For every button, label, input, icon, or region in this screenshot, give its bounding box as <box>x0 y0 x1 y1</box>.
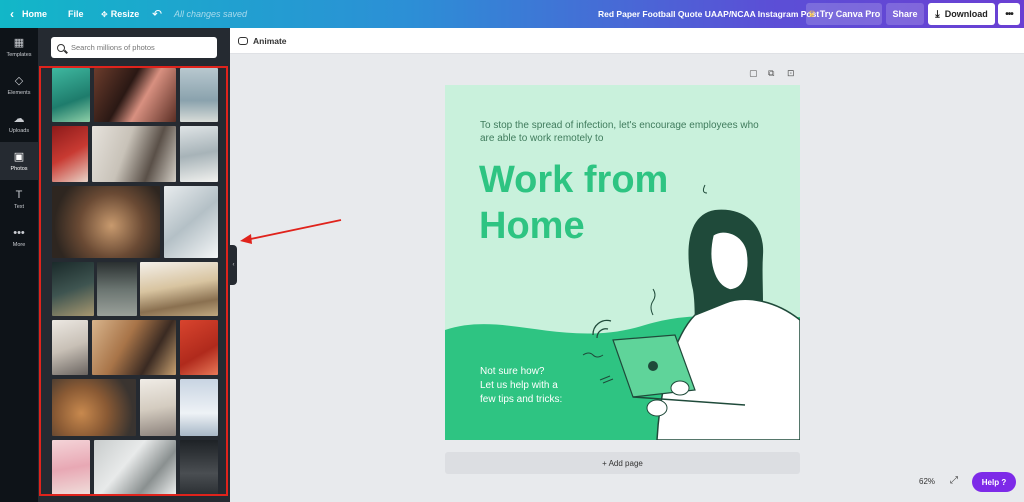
hair-strand <box>702 184 708 194</box>
vertical-scrollbar[interactable] <box>1016 54 1024 494</box>
photo-thumbnail[interactable] <box>52 126 88 182</box>
add-page-icon[interactable]: ⊡ <box>787 68 795 79</box>
photo-thumbnail[interactable] <box>92 320 176 375</box>
arrow-shaft <box>245 219 342 241</box>
notes-icon[interactable]: ▢ <box>749 68 758 79</box>
hand-shape <box>670 380 690 396</box>
photo-thumbnail[interactable] <box>94 68 176 122</box>
photo-thumbnail[interactable] <box>180 379 218 436</box>
download-button[interactable]: ⤓ Download <box>928 3 995 25</box>
photo-thumbnail[interactable] <box>52 186 160 258</box>
tips-line-2: Let us help with a <box>480 380 558 391</box>
rail-item-templates[interactable]: ▦ Templates <box>0 28 38 66</box>
more-icon: ••• <box>13 226 25 239</box>
headline-line-2: Home <box>479 205 585 247</box>
undo-icon[interactable]: ↶ <box>152 0 162 28</box>
photo-thumbnail[interactable] <box>97 262 137 316</box>
resize-icon: ✥ <box>101 9 108 19</box>
photo-thumbnail[interactable] <box>94 440 176 496</box>
duplicate-page-icon[interactable]: ⧉ <box>768 68 774 79</box>
laptop-logo <box>648 361 658 371</box>
save-status: All changes saved <box>174 9 248 19</box>
download-label: Download <box>944 9 988 19</box>
resize-button[interactable]: ✥ Resize <box>101 0 139 28</box>
crown-icon: ♛ <box>807 8 816 19</box>
resize-label: Resize <box>110 9 140 19</box>
home-button[interactable]: ‹ Home <box>10 0 47 28</box>
photo-thumbnail[interactable] <box>180 68 218 122</box>
photo-thumbnail[interactable] <box>164 186 218 258</box>
animate-button[interactable]: Animate <box>238 34 287 48</box>
design-canvas[interactable]: To stop the spread of infection, let's e… <box>445 85 800 440</box>
top-bar: ‹ Home File ✥ Resize ↶ All changes saved… <box>0 0 1024 28</box>
fullscreen-icon[interactable]: ⤢ <box>950 475 958 486</box>
horizontal-scrollbar[interactable] <box>230 494 1016 502</box>
collapse-panel-handle[interactable]: ‹ <box>230 245 237 285</box>
tips-text[interactable]: Not sure how? Let us help with a few tip… <box>480 365 590 407</box>
tips-line-1: Not sure how? <box>480 366 545 377</box>
rail-label: More <box>12 241 26 248</box>
rail-item-text[interactable]: T Text <box>0 180 38 218</box>
try-pro-label: Try Canva Pro <box>819 9 881 19</box>
photo-thumbnail[interactable] <box>140 379 176 436</box>
animate-label: Animate <box>253 36 287 46</box>
rail-item-elements[interactable]: ◇ Elements <box>0 66 38 104</box>
zoom-level[interactable]: 62% <box>919 477 935 486</box>
photo-thumbnail[interactable] <box>180 126 218 182</box>
photo-search-box[interactable] <box>51 37 217 58</box>
templates-icon: ▦ <box>13 37 25 49</box>
editor-toolbar <box>230 28 1024 54</box>
steam-line <box>650 288 656 316</box>
intro-text[interactable]: To stop the spread of infection, let's e… <box>480 119 760 145</box>
photo-thumbnail[interactable] <box>52 320 88 375</box>
photo-thumbnail[interactable] <box>52 379 136 436</box>
photo-thumbnail[interactable] <box>52 68 90 122</box>
rail-label: Uploads <box>8 128 30 134</box>
try-canva-pro-button[interactable]: ♛ Try Canva Pro <box>806 3 882 25</box>
add-page-button[interactable]: + Add page <box>445 452 800 474</box>
elements-icon: ◇ <box>14 75 24 87</box>
rail-item-more[interactable]: ••• More <box>0 218 38 256</box>
uploads-icon: ☁ <box>13 113 25 125</box>
search-icon <box>57 43 65 52</box>
headline-line-1: Work from <box>479 159 669 201</box>
download-icon: ⤓ <box>935 8 940 20</box>
animate-icon <box>238 37 248 45</box>
photo-thumbnail[interactable] <box>92 126 176 182</box>
hand-shape <box>646 399 668 417</box>
search-input[interactable] <box>71 43 201 52</box>
tips-line-3: few tips and tricks: <box>480 394 563 405</box>
share-button[interactable]: Share <box>886 3 924 25</box>
chevron-left-icon: ‹ <box>10 7 14 21</box>
photo-thumbnail[interactable] <box>140 262 218 316</box>
rail-label: Templates <box>6 52 32 58</box>
design-title[interactable]: Red Paper Football Quote UAAP/NCAA Insta… <box>598 0 819 28</box>
photo-thumbnail[interactable] <box>180 320 218 375</box>
photo-thumbnail[interactable] <box>180 440 218 496</box>
annotation-arrow <box>240 219 342 244</box>
rail-label: Elements <box>7 90 31 96</box>
help-button[interactable]: Help ? <box>972 472 1016 492</box>
home-label: Home <box>22 9 48 19</box>
rail-label: Text <box>13 203 25 210</box>
photo-thumbnail[interactable] <box>52 262 94 316</box>
photo-thumbnail[interactable] <box>52 440 90 496</box>
rail-label: Photos <box>10 166 28 172</box>
file-menu[interactable]: File <box>68 0 84 28</box>
text-icon: T <box>15 188 23 201</box>
rail-item-uploads[interactable]: ☁ Uploads <box>0 104 38 142</box>
rail-item-photos[interactable]: ▣ Photos <box>0 142 38 180</box>
more-options-button[interactable]: ••• <box>998 3 1020 25</box>
headline[interactable]: Work from Home <box>479 157 668 249</box>
photos-icon: ▣ <box>13 151 25 163</box>
left-rail: ▦ Templates ◇ Elements ☁ Uploads ▣ Photo… <box>0 28 38 502</box>
arrow-head <box>240 234 252 244</box>
